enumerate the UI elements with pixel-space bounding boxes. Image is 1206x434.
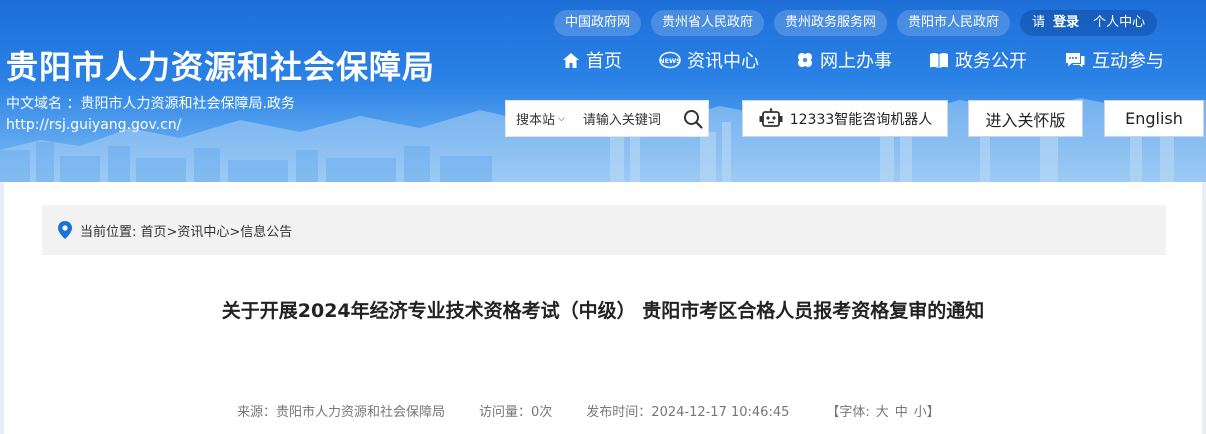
- top-link-guiyang-gov[interactable]: 贵阳市人民政府: [897, 10, 1011, 36]
- location-pin-icon: [58, 221, 72, 239]
- search-scope-dropdown[interactable]: 搜本站 ⌵: [506, 109, 573, 128]
- font-size-prefix: 【字体:: [826, 405, 870, 420]
- login-please-text: 请: [1032, 15, 1046, 30]
- chat-icon: [1064, 51, 1086, 69]
- search-input[interactable]: 请输入关键词: [573, 109, 678, 128]
- main-content: 当前位置: 首页>资讯中心>信息公告 关于开展2024年经济专业技术资格考试（中…: [4, 182, 1202, 434]
- breadcrumb-text[interactable]: 当前位置: 首页>资讯中心>信息公告: [80, 221, 292, 240]
- chevron-down-icon: ⌵: [558, 113, 565, 124]
- login-area: 请登录 个人中心: [1020, 10, 1158, 36]
- search-scope-label: 搜本站: [516, 113, 556, 128]
- personal-center-link[interactable]: 个人中心: [1093, 15, 1145, 30]
- article-visits: 访问量：0次: [479, 405, 553, 420]
- font-size-medium-button[interactable]: 中: [895, 405, 908, 420]
- top-link-guizhou-gov[interactable]: 贵州省人民政府: [651, 10, 765, 36]
- login-link[interactable]: 登录: [1053, 15, 1079, 30]
- top-links-bar: 中国政府网 贵州省人民政府 贵州政务服务网 贵阳市人民政府 请登录 个人中心: [554, 10, 1158, 36]
- site-title[interactable]: 贵阳市人力资源和社会保障局: [6, 42, 435, 88]
- search-icon[interactable]: [678, 109, 708, 129]
- main-nav: 首页 NEWS 资讯中心 网上办事 政务公开 互动参与: [562, 47, 1164, 73]
- nav-online-service[interactable]: 网上办事: [796, 47, 892, 73]
- english-version-button[interactable]: English: [1104, 100, 1204, 137]
- article-publish-time: 发布时间：2024-12-17 10:46:45: [586, 405, 790, 420]
- top-link-china-gov[interactable]: 中国政府网: [554, 10, 642, 36]
- font-size-controls: 【字体: 大中小】: [823, 401, 942, 420]
- book-icon: [929, 52, 949, 69]
- domain-info: 中文域名 ：贵阳市人力资源和社会保障局.政务 http://rsj.guiyan…: [6, 94, 295, 136]
- nav-gov-affairs[interactable]: 政务公开: [929, 47, 1027, 73]
- svg-text:NEWS: NEWS: [659, 57, 681, 65]
- article-meta: 来源：贵阳市人力资源和社会保障局 访问量：0次 发布时间：2024-12-17 …: [237, 401, 943, 420]
- site-url: http://rsj.guiyang.gov.cn/: [6, 117, 182, 133]
- nav-interaction-label: 互动参与: [1092, 51, 1164, 72]
- top-link-guizhou-service[interactable]: 贵州政务服务网: [774, 10, 888, 36]
- site-header: 中国政府网 贵州省人民政府 贵州政务服务网 贵阳市人民政府 请登录 个人中心 贵阳…: [0, 0, 1206, 182]
- search-box: 搜本站 ⌵ 请输入关键词: [505, 100, 709, 137]
- nav-news-label: 资讯中心: [687, 51, 759, 72]
- robot-consult-button[interactable]: 12333智能咨询机器人: [742, 100, 948, 137]
- robot-consult-label: 12333智能咨询机器人: [789, 111, 933, 128]
- online-service-icon: [796, 51, 814, 69]
- care-mode-button[interactable]: 进入关怀版: [968, 100, 1083, 137]
- nav-interaction[interactable]: 互动参与: [1064, 47, 1164, 73]
- home-icon: [562, 52, 580, 69]
- breadcrumb: 当前位置: 首页>资讯中心>信息公告: [42, 205, 1166, 255]
- news-icon: NEWS: [659, 51, 681, 69]
- nav-gov-affairs-label: 政务公开: [955, 51, 1027, 72]
- nav-home-label: 首页: [586, 51, 622, 72]
- article-title: 关于开展2024年经济专业技术资格考试（中级） 贵阳市考区合格人员报考资格复审的…: [221, 300, 985, 322]
- font-size-large-button[interactable]: 大: [876, 405, 889, 420]
- font-size-small-button[interactable]: 小】: [914, 405, 940, 420]
- chinese-domain-label: 中文域名 ：贵阳市人力资源和社会保障局.政务: [6, 96, 295, 112]
- robot-icon: [758, 107, 784, 130]
- nav-online-service-label: 网上办事: [820, 51, 892, 72]
- nav-home[interactable]: 首页: [562, 47, 622, 73]
- nav-news-center[interactable]: NEWS 资讯中心: [659, 47, 759, 73]
- article-source: 来源：贵阳市人力资源和社会保障局: [237, 405, 446, 420]
